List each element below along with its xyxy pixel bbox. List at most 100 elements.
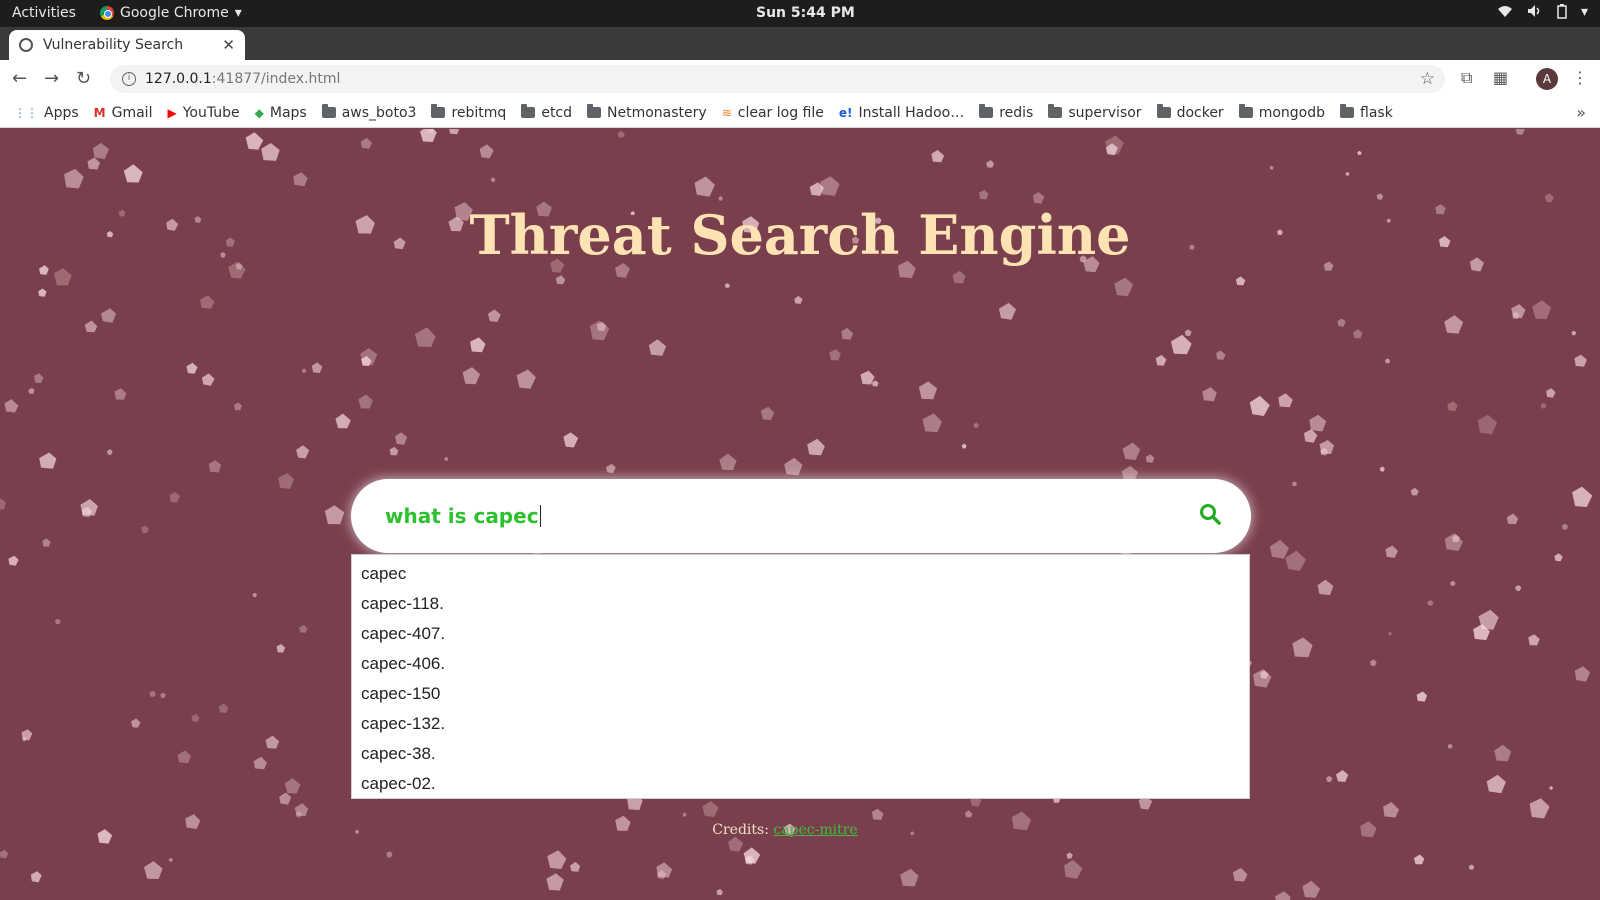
credits-link[interactable]: capec-mitre — [773, 822, 857, 838]
bookmark-netmonastery[interactable]: Netmonastery — [587, 104, 707, 121]
bookmarks-overflow-icon[interactable]: » — [1576, 103, 1586, 122]
suggestion-item[interactable]: capec-38. — [361, 739, 1249, 769]
bookmark-label: YouTube — [182, 104, 240, 121]
bookmark-label: Maps — [269, 104, 307, 121]
particle — [716, 888, 723, 896]
suggestion-item[interactable]: capec-132. — [361, 709, 1249, 739]
particle — [87, 157, 101, 170]
particle — [728, 836, 744, 852]
particle — [682, 812, 687, 817]
particle — [1345, 171, 1350, 176]
particle — [42, 538, 51, 547]
bookmark-clear-log-file[interactable]: ≋ clear log file — [722, 105, 824, 121]
particle — [64, 168, 84, 189]
particle — [278, 473, 294, 489]
particle — [276, 644, 286, 653]
particle — [1388, 631, 1392, 636]
particle — [872, 380, 879, 387]
search-icon[interactable] — [1199, 503, 1221, 525]
tab-vulnerability-search[interactable]: Vulnerability Search ✕ — [9, 30, 245, 60]
particle — [918, 381, 938, 400]
bookmark-flask[interactable]: flask — [1340, 104, 1393, 121]
bookmark-aws-boto3[interactable]: aws_boto3 — [321, 104, 416, 121]
forward-arrow-icon[interactable]: → — [44, 68, 59, 89]
particle — [998, 302, 1016, 320]
bookmark-supervisor[interactable]: supervisor — [1048, 104, 1142, 121]
particle — [0, 498, 7, 510]
bookmark-redis[interactable]: redis — [979, 104, 1033, 121]
particle — [55, 618, 61, 625]
site-info-icon[interactable]: i — [122, 72, 136, 86]
particle — [1410, 487, 1419, 496]
suggestion-item[interactable]: capec-406. — [361, 649, 1249, 679]
qr-code-icon[interactable]: ▦ — [1493, 68, 1508, 87]
apps-grid-icon: ⋮⋮ — [14, 105, 38, 120]
particle — [1302, 880, 1321, 898]
bookmark-label: Apps — [44, 104, 79, 121]
suggestion-item[interactable]: capec-407. — [361, 619, 1249, 649]
particle — [1376, 193, 1384, 200]
particle — [234, 402, 242, 411]
suggestion-item[interactable]: capec-118. — [361, 589, 1249, 619]
bookmark-mongodb[interactable]: mongodb — [1238, 104, 1325, 121]
particle — [1066, 852, 1073, 859]
profile-avatar[interactable]: A — [1536, 68, 1558, 90]
bookmark-label: Netmonastery — [607, 104, 707, 121]
particle — [114, 388, 127, 400]
menu-kebab-icon[interactable]: ⋮ — [1572, 68, 1588, 87]
edureka-icon: e! — [838, 105, 853, 120]
bookmark-etcd[interactable]: etcd — [521, 104, 572, 121]
suggestion-item[interactable]: capec — [361, 559, 1249, 589]
bookmark-apps[interactable]: ⋮⋮ Apps — [14, 105, 79, 121]
browser-toolbar: ← → ↻ i 127.0.0.1:41877/index.html ☆ ⧉ ▦… — [0, 60, 1600, 98]
particle — [1269, 539, 1289, 559]
close-tab-icon[interactable]: ✕ — [222, 36, 235, 54]
extension-puzzle-icon[interactable]: ⧉ — [1461, 68, 1472, 88]
particle — [279, 792, 292, 805]
particle — [8, 555, 19, 566]
particle — [820, 176, 840, 196]
bookmark-install-hadoop[interactable]: e! Install Hadoo… — [839, 105, 964, 121]
reload-icon[interactable]: ↻ — [76, 68, 91, 89]
particle — [961, 443, 967, 449]
particle — [38, 288, 47, 297]
suggestion-item[interactable]: capec-02. — [361, 769, 1249, 799]
particle — [1486, 774, 1506, 794]
bookmark-gmail[interactable]: M Gmail — [94, 105, 153, 121]
maps-icon: ◆ — [254, 105, 264, 120]
particle — [141, 525, 149, 534]
particle — [490, 177, 496, 182]
activities-button[interactable]: Activities — [12, 5, 76, 21]
bookmark-docker[interactable]: docker — [1156, 104, 1224, 121]
particle — [784, 457, 803, 476]
bookmark-rebitmq[interactable]: rebitmq — [431, 104, 506, 121]
back-arrow-icon[interactable]: ← — [12, 68, 27, 89]
particle — [694, 176, 715, 197]
particle — [253, 756, 267, 770]
particle — [794, 295, 803, 304]
suggestion-item[interactable]: capec-150 — [361, 679, 1249, 709]
particle — [718, 196, 723, 201]
autocomplete-list: capec capec-118. capec-407. capec-406. c… — [351, 554, 1250, 799]
particle — [208, 460, 222, 473]
bookmark-youtube[interactable]: ▶ YouTube — [167, 105, 239, 121]
particle — [1114, 277, 1134, 297]
bookmark-star-icon[interactable]: ☆ — [1420, 69, 1435, 89]
particle — [54, 268, 72, 286]
particle — [293, 172, 308, 187]
search-box[interactable]: what is capec — [351, 479, 1251, 553]
particle — [1216, 350, 1226, 360]
address-bar[interactable]: i 127.0.0.1:41877/index.html ☆ — [110, 65, 1445, 93]
search-input[interactable]: what is capec — [385, 504, 539, 528]
particle — [1278, 393, 1293, 408]
bookmark-label: flask — [1360, 104, 1393, 121]
app-name: Google Chrome — [120, 5, 229, 21]
system-tray[interactable]: ▾ — [1497, 4, 1588, 23]
clock[interactable]: Sun 5:44 PM — [756, 5, 855, 21]
particle — [1540, 402, 1547, 409]
app-menu[interactable]: Google Chrome ▾ — [100, 5, 242, 21]
particle — [265, 735, 280, 749]
bookmark-maps[interactable]: ◆ Maps — [255, 105, 307, 121]
particle — [386, 851, 393, 858]
particle — [101, 308, 117, 323]
